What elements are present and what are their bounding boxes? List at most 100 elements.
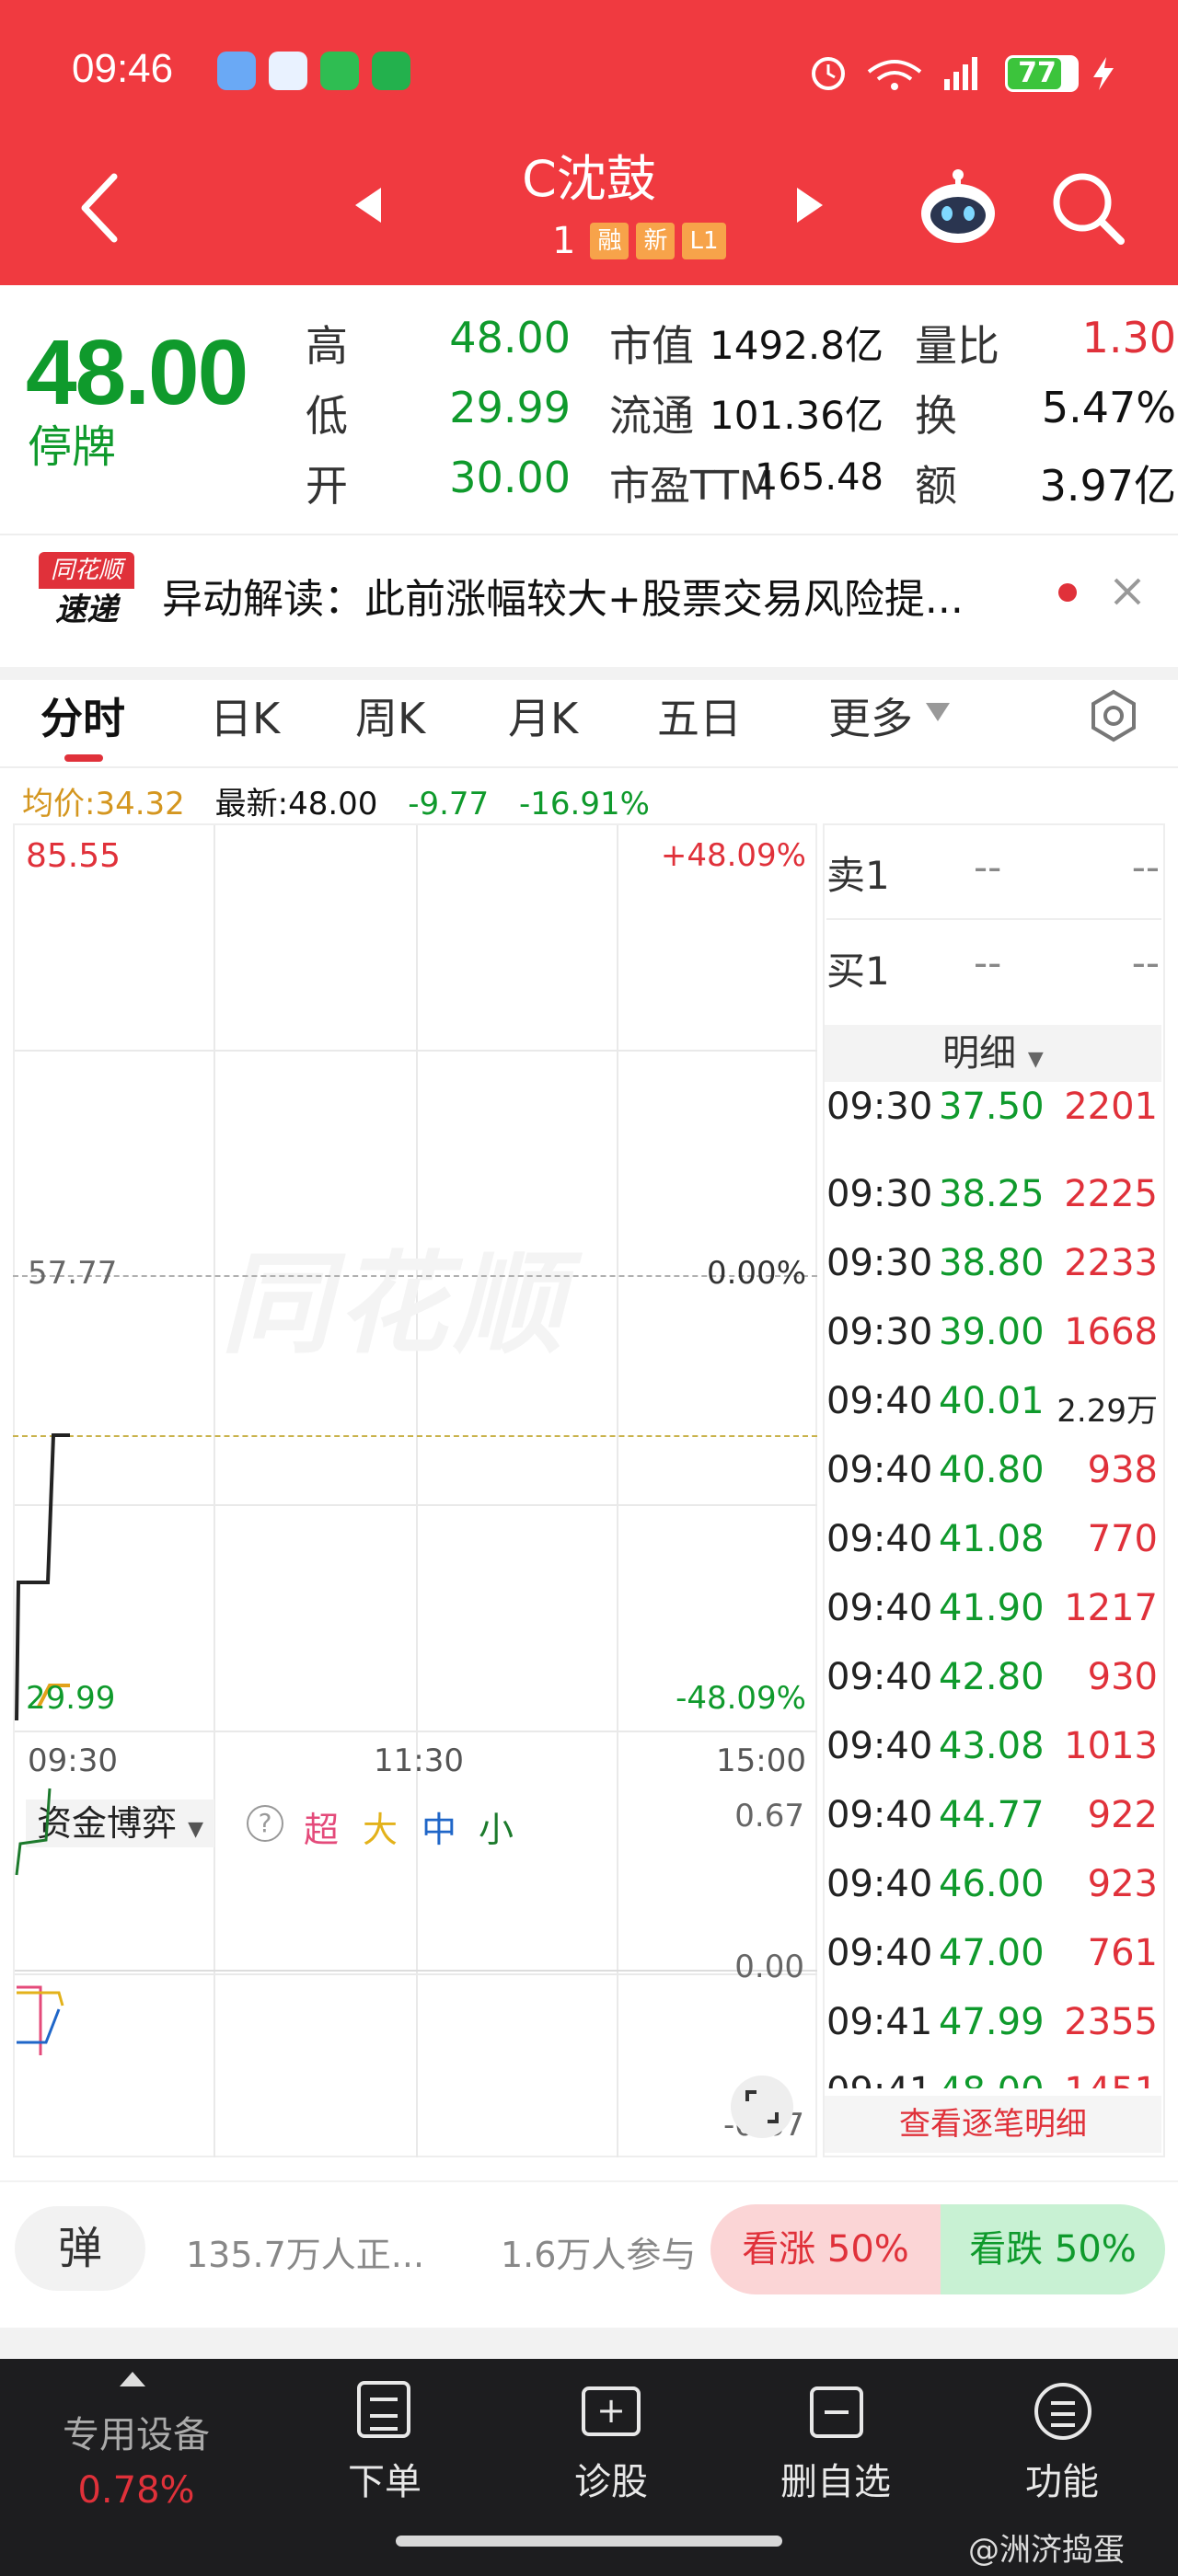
- trade-time: 09:30: [826, 1311, 933, 1353]
- sell1-price: --: [974, 845, 1002, 890]
- trade-row: 09:40 40.80 938: [826, 1449, 1158, 1518]
- robot-assistant-icon[interactable]: [917, 166, 999, 248]
- trade-price: 46.00: [939, 1863, 1045, 1905]
- trade-ticker: 09:30 37.50 2201 09:30 38.25 2225 09:30 38.80 22…: [0, 1076, 1178, 2088]
- tab-monthly-k[interactable]: 月K: [508, 685, 578, 746]
- trade-row: 09:30 38.80 2233: [826, 1242, 1158, 1311]
- settings-hex-icon[interactable]: [1086, 688, 1141, 743]
- trade-time: 09:41: [826, 2070, 932, 2088]
- trade-time: 09:40: [826, 1725, 933, 1767]
- trade-price: 41.90: [939, 1587, 1045, 1629]
- trade-time: 09:30: [826, 1173, 933, 1215]
- high-value: 48.00: [449, 313, 571, 362]
- open-label: 开: [306, 461, 348, 511]
- trade-volume: 1451: [1064, 2070, 1158, 2088]
- trade-row: 09:30 39.00 1668: [826, 1311, 1158, 1380]
- weather-app-icon: [217, 52, 256, 90]
- buy1-price: --: [974, 940, 1002, 985]
- low-value: 29.99: [449, 383, 571, 432]
- tab-more[interactable]: 更多: [828, 685, 913, 746]
- sector-name[interactable]: 专用设备: [44, 2405, 228, 2458]
- tab-active-indicator: [64, 754, 103, 762]
- view-trade-details-link[interactable]: 查看逐笔明细: [825, 2096, 1161, 2153]
- tab-weekly-k[interactable]: 周K: [355, 685, 425, 746]
- nav-remove-watchlist[interactable]: 删自选: [744, 2452, 928, 2505]
- battery-level: 77: [1018, 57, 1057, 89]
- trade-row: 09:30 37.50 2201: [826, 1086, 1158, 1155]
- pe-label: 市盈TTM: [609, 463, 774, 510]
- turnover-label: 换: [915, 391, 957, 441]
- remove-watchlist-icon[interactable]: [810, 2386, 863, 2438]
- browser-app-icon: [269, 52, 307, 90]
- trade-time: 09:40: [826, 1656, 933, 1698]
- volume-ratio-label: 量比: [915, 321, 999, 371]
- trade-time: 09:40: [826, 1449, 933, 1491]
- bearish-vote-button[interactable]: 看跌 50%: [941, 2204, 1165, 2294]
- intraday-info: 均价:34.32 最新:48.00 -9.77 -16.91%: [22, 778, 650, 823]
- danmaku-button[interactable]: 弹: [15, 2206, 145, 2291]
- amount-label: 额: [915, 461, 957, 511]
- trade-volume: 1668: [1064, 1311, 1158, 1353]
- trade-volume: 930: [1087, 1656, 1158, 1698]
- trade-time: 09:40: [826, 1932, 933, 1974]
- next-stock-icon[interactable]: [793, 184, 826, 226]
- badge-new: 新: [636, 223, 676, 259]
- wifi-icon: [867, 60, 922, 74]
- tab-five-day[interactable]: 五日: [657, 685, 742, 746]
- market-cap-value: 1492.8亿: [710, 323, 884, 368]
- chart-top-pct: +48.09%: [660, 837, 806, 874]
- trade-row: 09:30 38.25 2225: [826, 1173, 1158, 1242]
- chart-tabs: [0, 667, 1178, 768]
- turnover-value: 5.47%: [1041, 383, 1176, 432]
- trade-price: 40.80: [939, 1449, 1045, 1491]
- bullish-vote-button[interactable]: 看涨 50%: [710, 2204, 941, 2294]
- menu-icon[interactable]: [1034, 2383, 1091, 2440]
- stock-badges: 1 融 新 L1: [552, 220, 726, 262]
- trade-price: 44.77: [939, 1794, 1045, 1836]
- price-change-pct: -16.91%: [519, 786, 650, 822]
- trade-volume: 1013: [1064, 1725, 1158, 1767]
- nav-order[interactable]: 下单: [293, 2452, 477, 2505]
- low-label: 低: [306, 391, 348, 441]
- volume-ratio-value: 1.30: [1081, 313, 1176, 362]
- order-icon[interactable]: [357, 2381, 410, 2438]
- trade-price: 38.25: [939, 1173, 1045, 1215]
- trade-volume: 922: [1087, 1794, 1158, 1836]
- trade-volume: 2233: [1064, 1242, 1158, 1284]
- trade-row: 09:41 47.99 2355: [826, 2001, 1158, 2070]
- detail-dropdown[interactable]: 明细 ▼: [825, 1025, 1161, 1082]
- trade-row: 09:40 40.01 2.29万: [826, 1380, 1158, 1449]
- trade-volume: 761: [1087, 1932, 1158, 1974]
- badge-margin: 融: [590, 223, 629, 259]
- trade-row: 09:40 41.90 1217: [826, 1587, 1158, 1656]
- trade-time: 09:40: [826, 1863, 933, 1905]
- market-cap-label: 市值: [609, 321, 694, 371]
- trade-volume: 770: [1087, 1518, 1158, 1560]
- buy1-label: 买1: [826, 949, 890, 994]
- close-icon[interactable]: [1112, 576, 1143, 607]
- participant-count: 1.6万人参与: [501, 2235, 697, 2275]
- trade-time: 09:40: [826, 1518, 933, 1560]
- tab-intraday[interactable]: 分时: [40, 685, 125, 746]
- trade-volume: 1217: [1064, 1587, 1158, 1629]
- unread-dot: [1058, 583, 1077, 602]
- trade-price: 39.00: [939, 1311, 1045, 1353]
- search-icon[interactable]: [1049, 169, 1126, 247]
- trade-time: 09:30: [826, 1086, 933, 1128]
- nav-diagnose[interactable]: 诊股: [519, 2452, 703, 2505]
- news-text[interactable]: 异动解读：此前涨幅较大+股票交易风险提...: [162, 566, 1045, 625]
- trade-row: 09:41 48.00 1451: [826, 2070, 1158, 2088]
- status-time: 09:46: [72, 46, 174, 91]
- user-watermark: @洲济捣蛋: [968, 2532, 1125, 2569]
- trade-time: 09:30: [826, 1242, 933, 1284]
- trading-state: 停牌: [28, 421, 117, 473]
- trade-price: 37.50: [939, 1086, 1045, 1128]
- nav-functions[interactable]: 功能: [970, 2452, 1154, 2505]
- trade-time: 09:40: [826, 1380, 933, 1422]
- trade-volume: 2.29万: [1057, 1393, 1158, 1430]
- trade-time: 09:40: [826, 1587, 933, 1629]
- tab-daily-k[interactable]: 日K: [210, 685, 280, 746]
- trade-row: 09:40 43.08 1013: [826, 1725, 1158, 1794]
- trade-row: 09:40 47.00 761: [826, 1932, 1158, 2001]
- diagnose-icon[interactable]: +: [582, 2386, 641, 2436]
